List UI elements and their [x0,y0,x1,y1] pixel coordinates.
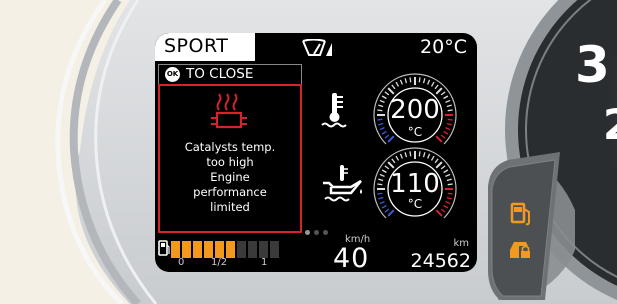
fuel-segment [193,241,202,258]
warning-message-line: Catalysts temp. [184,140,276,154]
door-lock-icon [510,242,531,258]
catalyst-temperature-icon [211,93,247,129]
gauge-tick [387,87,395,95]
fuel-segment [248,241,257,258]
oil-temp-value: 110 [390,169,440,199]
warning-message-line: limited [210,200,250,214]
gauge-tick [395,81,400,87]
warning-message-line: performance [193,185,267,199]
tachometer-digit: 3 [575,36,610,94]
page-dot [314,230,319,235]
gauge-tick [399,79,403,85]
wiper-auto-icon [302,39,332,56]
fuel-segment [270,241,279,258]
gauge-tick [418,77,421,83]
close-hint: TO CLOSE [186,66,254,82]
ok-button[interactable]: OK [165,67,180,82]
drive-mode-label: SPORT [164,35,229,57]
page-dot [323,230,328,235]
tachometer-digit: 2 [603,100,617,149]
oil-temp-unit: °C [407,197,423,211]
gauge-tick [434,84,439,90]
gauge-tick [404,152,408,158]
fuel-segment [182,241,191,258]
gauge-tick [430,81,435,87]
gauge-tick [391,158,396,164]
odometer-value: 24562 [410,250,471,272]
gauge-tick [409,151,412,157]
warning-message-line: Engine [210,170,250,184]
warning-panel: Catalysts temp. too high Engine performa… [158,84,302,233]
instrument-cluster: 3 2 SPORT 20°C [0,0,617,304]
gauge-tick [395,155,400,161]
gauge-tick [422,152,426,158]
fuel-segment [237,241,246,258]
speed-value: 40 [333,243,370,272]
fuel-segment [215,241,224,258]
gauge-tick [422,78,426,84]
warning-message: Catalysts temp. too high Engine performa… [160,140,300,215]
fuel-scale-label: 0 [178,257,185,268]
gauge-tick [435,87,443,95]
gauge-tick [391,84,396,90]
drive-mode-indicator: SPORT [155,33,255,61]
odometer-unit: km [453,238,469,249]
gauge-tick [430,155,435,161]
fuel-reserve-icon [510,202,530,226]
gauge-tick [409,77,412,83]
fuel-segment [171,241,180,258]
page-dot [305,230,310,235]
gauge-tick [404,78,408,84]
coolant-temp-value: 200 [390,95,440,125]
gauge-tick [435,161,443,169]
fuel-segment [204,241,213,258]
bottom-bar: 0 1/2 1 km/h 40 km 24562 [155,234,477,272]
tft-display: SPORT 20°C OK TO CLOSE Catalysts temp. t… [155,33,477,272]
gauge-tick [434,158,439,164]
fuel-scale-label: 1 [261,257,268,268]
gauge-tick [387,161,395,169]
coolant-temperature-icon [321,93,347,128]
coolant-temp-unit: °C [407,125,423,139]
gauge-tick [399,153,403,159]
gauge-tick [387,209,395,217]
gauge-tick [435,209,443,217]
gauge-tick [427,153,431,159]
oil-temperature-icon [323,165,362,202]
side-indicator-panel [510,202,531,258]
fuel-pump-icon [158,240,170,256]
outside-temperature: 20°C [420,36,467,58]
fuel-segment [226,241,235,258]
fuel-scale-label: 1/2 [211,257,228,268]
warning-message-line: too high [206,155,254,169]
status-bar: SPORT 20°C [155,33,477,61]
gauge-tick [418,151,421,157]
gauge-tick [427,79,431,85]
close-notification-bar[interactable]: OK TO CLOSE [158,64,302,84]
fuel-segment [259,241,268,258]
